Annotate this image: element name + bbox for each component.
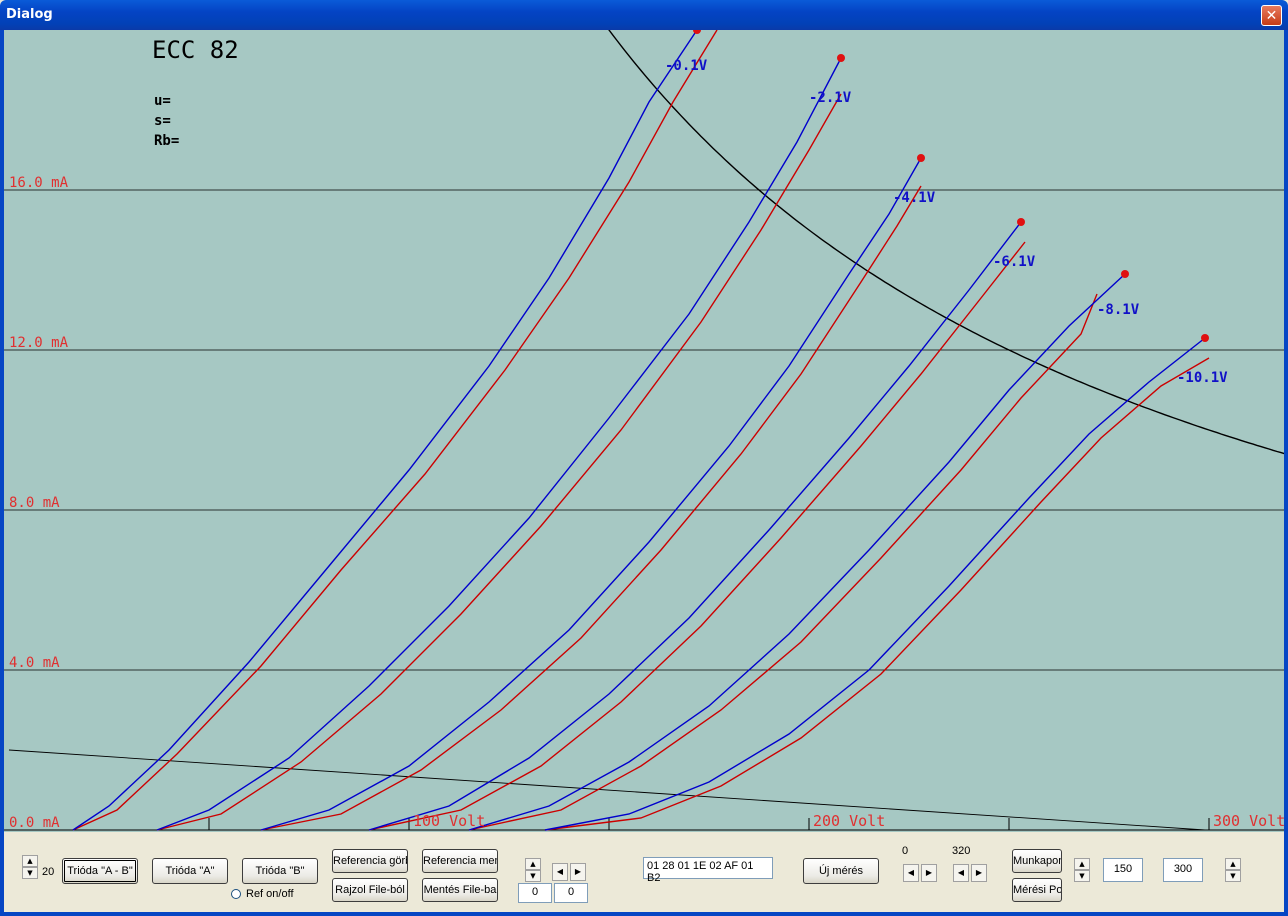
grid-voltage-label: -10.1V <box>1177 370 1228 386</box>
value-150-field[interactable]: 150 <box>1103 858 1143 882</box>
hex-data-field[interactable]: 01 28 01 1E 02 AF 01 B2 <box>643 857 773 884</box>
grid-voltage-label: -8.1V <box>1097 302 1140 318</box>
measure-point-button[interactable]: Mérési Pont <box>1012 878 1062 902</box>
left-arrow-icon[interactable]: ◀ <box>953 864 969 882</box>
spin-down-icon[interactable]: ▼ <box>525 870 541 882</box>
offset-left-field[interactable]: 0 <box>518 883 552 903</box>
max-spinner[interactable]: ▲ ▼ <box>1225 858 1241 882</box>
offset-spinner[interactable]: ▲ ▼ <box>525 858 541 882</box>
y-tick-label: 16.0 mA <box>9 175 69 191</box>
y-tick-label: 0.0 mA <box>9 815 60 831</box>
curve-end-marker <box>1017 218 1025 226</box>
range-max-label: 320 <box>952 845 971 857</box>
range-min-label: 0 <box>902 845 909 857</box>
param-u: u= <box>154 93 171 109</box>
left-arrow-icon[interactable]: ◀ <box>903 864 919 882</box>
save-to-file-button[interactable]: Mentés File-ba <box>422 878 498 902</box>
ref-curve-button[interactable]: Referencia görbe <box>332 849 408 873</box>
spin-down-icon[interactable]: ▼ <box>1074 870 1090 882</box>
ref-radio-label: Ref on/off <box>246 888 294 900</box>
ref-radio[interactable] <box>231 889 241 899</box>
x-tick-label: 300 Volt <box>1213 812 1284 830</box>
grid-voltage-label: -4.1V <box>893 190 936 206</box>
curve-end-marker <box>917 154 925 162</box>
title-bar: Dialog ✕ <box>0 0 1288 30</box>
grid-voltage-label: -2.1V <box>809 90 852 106</box>
window-title: Dialog <box>6 7 53 22</box>
curve-end-marker <box>1121 270 1129 278</box>
trioda-ab-button[interactable]: Trióda "A - B" <box>62 858 138 884</box>
spin-up-icon[interactable]: ▲ <box>1225 858 1241 870</box>
right-arrow-icon[interactable]: ▶ <box>570 863 586 881</box>
y-tick-label: 4.0 mA <box>9 655 60 671</box>
trioda-a-button[interactable]: Trióda "A" <box>152 858 228 884</box>
right-arrow-icon[interactable]: ▶ <box>971 864 987 882</box>
value-300-field[interactable]: 300 <box>1163 858 1203 882</box>
grid-voltage-label: -0.1V <box>665 58 708 74</box>
curve-end-marker <box>1201 334 1209 342</box>
param-s: s= <box>154 113 171 129</box>
chart-title: ECC 82 <box>152 36 239 64</box>
close-button[interactable]: ✕ <box>1261 5 1282 26</box>
spin-down-icon[interactable]: ▼ <box>1225 870 1241 882</box>
ref-save-button[interactable]: Referencia mentés <box>422 849 498 873</box>
count-spinner[interactable]: ▲ ▼ <box>22 855 38 879</box>
grid-voltage-label: -6.1V <box>993 254 1036 270</box>
x-tick-label: 100 Volt <box>413 812 485 830</box>
curve-end-marker <box>837 54 845 62</box>
count-value: 20 <box>42 866 55 878</box>
y-tick-label: 12.0 mA <box>9 335 69 351</box>
x-tick-label: 200 Volt <box>813 812 885 830</box>
spin-down-icon[interactable]: ▼ <box>22 867 38 879</box>
spin-up-icon[interactable]: ▲ <box>1074 858 1090 870</box>
y-tick-label: 8.0 mA <box>9 495 60 511</box>
spin-up-icon[interactable]: ▲ <box>22 855 38 867</box>
work-point-button[interactable]: Munkapont <box>1012 849 1062 873</box>
spin-up-icon[interactable]: ▲ <box>525 858 541 870</box>
left-arrow-icon[interactable]: ◀ <box>552 863 568 881</box>
new-measurement-button[interactable]: Új mérés <box>803 858 879 884</box>
trioda-b-button[interactable]: Trióda "B" <box>242 858 318 884</box>
characteristic-plot: 0.0 mA 4.0 mA 8.0 mA 12.0 mA 16.0 mA 100 Volt… <box>4 30 1284 832</box>
offset-right-field[interactable]: 0 <box>554 883 588 903</box>
right-arrow-icon[interactable]: ▶ <box>921 864 937 882</box>
value-spinner[interactable]: ▲ ▼ <box>1074 858 1090 882</box>
draw-from-file-button[interactable]: Rajzol File-ból <box>332 878 408 902</box>
param-rb: Rb= <box>154 133 179 149</box>
